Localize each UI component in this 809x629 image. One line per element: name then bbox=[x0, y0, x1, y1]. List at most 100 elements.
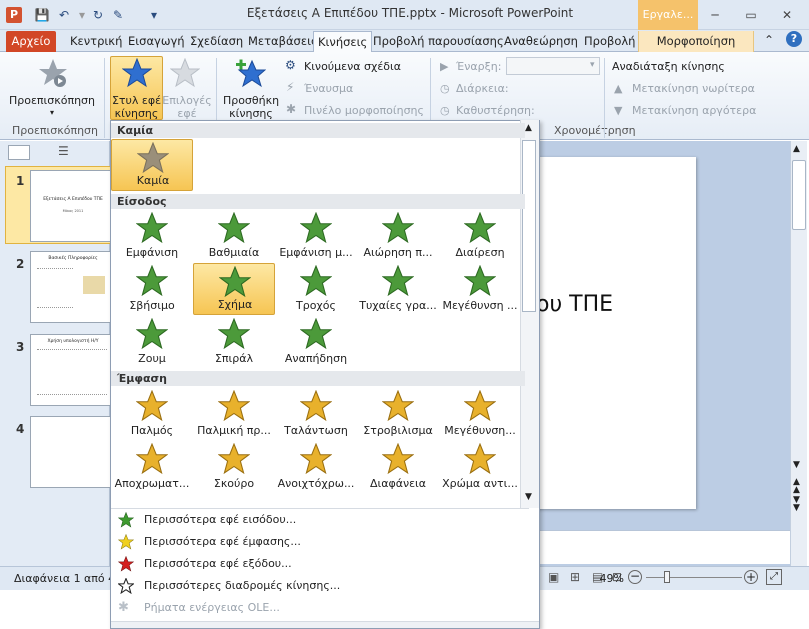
redo-icon[interactable]: ↻ bbox=[90, 7, 106, 23]
slide-sorter-icon[interactable]: ⊞ bbox=[570, 570, 580, 584]
save-icon[interactable]: 💾 bbox=[34, 7, 50, 23]
normal-view-icon[interactable]: ▣ bbox=[548, 570, 559, 584]
close-icon[interactable]: ✕ bbox=[776, 6, 798, 24]
emphasis-effect[interactable]: Ταλάντωση bbox=[275, 388, 357, 440]
tab-format[interactable]: Μορφοποίηση bbox=[638, 31, 754, 52]
animation-painter-icon: ⚙ bbox=[285, 58, 296, 72]
preview-dropdown-icon[interactable]: ▾ bbox=[50, 108, 54, 117]
thumb-title: Εξετάσεις Α Επιπέδου ΤΠΕ bbox=[43, 197, 103, 202]
effect-label: Μεγέθυνση ... bbox=[442, 299, 518, 312]
effect-none[interactable]: Καμία bbox=[111, 139, 193, 191]
entrance-effect[interactable]: Ζουμ bbox=[111, 316, 193, 368]
animation-pane-button[interactable]: Πινέλο μορφοποίησης bbox=[304, 104, 424, 117]
minimize-icon[interactable]: ─ bbox=[704, 6, 726, 24]
entrance-effect[interactable]: Διαίρεση bbox=[439, 210, 521, 262]
slide-thumbnail[interactable]: Εξετάσεις Α Επιπέδου ΤΠΕ Μάιος 2011 bbox=[30, 170, 115, 242]
entrance-effect[interactable]: Εμφάνιση bbox=[111, 210, 193, 262]
fit-to-window-icon[interactable]: ⤢ bbox=[766, 569, 782, 585]
zoom-level[interactable]: 49% bbox=[598, 572, 624, 585]
tab-slide-show[interactable]: Προβολή παρουσίασης bbox=[369, 31, 508, 52]
emphasis-effect[interactable]: Χρώμα αντι... bbox=[439, 441, 521, 493]
zoom-in-icon[interactable]: + bbox=[744, 570, 758, 584]
emphasis-effect[interactable]: Στροβιλισμα bbox=[357, 388, 439, 440]
effect-label: Αποχρωματ... bbox=[114, 477, 190, 490]
undo-icon[interactable]: ↶ bbox=[56, 7, 72, 23]
tab-view[interactable]: Προβολή bbox=[580, 31, 639, 52]
entrance-effect[interactable]: Αιώρηση π... bbox=[357, 210, 439, 262]
gallery-scroll-up-icon[interactable]: ▲ bbox=[525, 123, 532, 133]
help-icon[interactable]: ? bbox=[786, 31, 802, 47]
notes-pane[interactable] bbox=[520, 530, 790, 564]
thumb-logo bbox=[83, 276, 105, 294]
scroll-down-icon[interactable]: ▼ bbox=[793, 460, 800, 470]
entrance-effect[interactable]: Τροχός bbox=[275, 263, 357, 315]
dropdown-resize-grip[interactable] bbox=[111, 621, 539, 628]
add-animation-button[interactable]: Προσθήκη κίνησης bbox=[220, 94, 282, 120]
slide-thumbnail[interactable]: Βασικές Πληροφορίες bbox=[30, 251, 115, 323]
tab-design[interactable]: Σχεδίαση bbox=[186, 31, 247, 52]
move-earlier-button[interactable]: Μετακίνηση νωρίτερα bbox=[632, 82, 755, 95]
outline-tab-icon[interactable]: ☰ bbox=[58, 144, 69, 158]
slide-title-text[interactable]: ου ΤΠΕ bbox=[536, 292, 613, 317]
preview-button[interactable]: Προεπισκόπηση bbox=[8, 94, 96, 107]
effect-label: Διαίρεση bbox=[455, 246, 505, 259]
format-painter-icon[interactable]: ✎ bbox=[110, 7, 126, 23]
tab-file[interactable]: Αρχείο bbox=[6, 31, 56, 52]
slide-thumbnail[interactable] bbox=[30, 416, 115, 488]
tab-home[interactable]: Κεντρική bbox=[66, 31, 126, 52]
entrance-effect[interactable]: Βαθμιαία bbox=[193, 210, 275, 262]
more-entrance-effects[interactable]: Περισσότερα εφέ εισόδου... bbox=[112, 509, 532, 531]
undo-dropdown-icon[interactable]: ▾ bbox=[74, 7, 90, 23]
slide-thumbnail[interactable]: Χρήση υπολογιστή Η/Υ bbox=[30, 334, 115, 406]
entrance-effect[interactable]: Σπιράλ bbox=[193, 316, 275, 368]
effect-label: Σκούρο bbox=[213, 477, 255, 490]
scroll-up-icon[interactable]: ▲ bbox=[793, 144, 800, 154]
zoom-out-icon[interactable]: − bbox=[628, 570, 642, 584]
customize-qat-icon[interactable]: ▾ bbox=[146, 7, 162, 23]
entrance-effect[interactable]: Τυχαίες γρα... bbox=[357, 263, 439, 315]
entrance-effect[interactable]: Σχήμα bbox=[193, 263, 275, 315]
emphasis-effect[interactable]: Αποχρωματ... bbox=[111, 441, 193, 493]
entrance-effect[interactable]: Σβήσιμο bbox=[111, 263, 193, 315]
effect-label: Παλμική πρ... bbox=[197, 424, 271, 437]
move-later-button[interactable]: Μετακίνηση αργότερα bbox=[632, 104, 756, 117]
tab-review[interactable]: Αναθεώρηση bbox=[500, 31, 582, 52]
slide-number: 2 bbox=[16, 257, 25, 271]
maximize-icon[interactable]: ▭ bbox=[740, 6, 762, 24]
more-motion-paths[interactable]: Περισσότερες διαδρομές κίνησης... bbox=[112, 575, 532, 597]
tab-insert[interactable]: Εισαγωγή bbox=[124, 31, 189, 52]
emphasis-effect[interactable]: Διαφάνεια bbox=[357, 441, 439, 493]
effect-label: Αιώρηση π... bbox=[363, 246, 433, 259]
effect-options-button[interactable]: Επιλογές εφέ bbox=[162, 94, 212, 120]
more-emphasis-effects[interactable]: Περισσότερα εφέ έμφασης... bbox=[112, 531, 532, 553]
entrance-effect[interactable]: Εμφάνιση μ... bbox=[275, 210, 357, 262]
previous-slide-icon[interactable]: ▲ ▲ bbox=[793, 478, 800, 495]
start-select[interactable] bbox=[506, 57, 600, 75]
animation-painter-button[interactable]: Κινούμενα σχέδια bbox=[304, 60, 401, 73]
emphasis-effect[interactable]: Παλμός bbox=[111, 388, 193, 440]
tab-animations[interactable]: Κινήσεις bbox=[313, 31, 373, 53]
entrance-effect[interactable]: Μεγέθυνση ... bbox=[439, 263, 521, 315]
powerpoint-logo-icon[interactable]: P bbox=[6, 7, 22, 23]
tab-transitions[interactable]: Μεταβάσεις bbox=[244, 31, 322, 52]
thumb-bullets bbox=[37, 268, 73, 308]
trigger-button[interactable]: Έναυσμα bbox=[304, 82, 353, 95]
main-slide[interactable] bbox=[520, 157, 696, 509]
gallery-scroll-down-icon[interactable]: ▼ bbox=[525, 492, 532, 502]
gallery-scroll-thumb[interactable] bbox=[522, 140, 536, 312]
next-slide-icon[interactable]: ▼ ▼ bbox=[793, 496, 800, 513]
scroll-thumb[interactable] bbox=[792, 160, 806, 230]
emphasis-effect[interactable]: Σκούρο bbox=[193, 441, 275, 493]
emphasis-effect[interactable]: Παλμική πρ... bbox=[193, 388, 275, 440]
zoom-slider-track[interactable] bbox=[646, 577, 742, 578]
emphasis-effect[interactable]: Μεγέθυνση... bbox=[439, 388, 521, 440]
slides-tab[interactable] bbox=[8, 145, 30, 160]
entrance-effect[interactable]: Αναπήδηση bbox=[275, 316, 357, 368]
collapse-ribbon-icon[interactable]: ⌃ bbox=[764, 33, 774, 47]
zoom-slider-thumb[interactable] bbox=[664, 571, 670, 583]
more-exit-effects[interactable]: Περισσότερα εφέ εξόδου... bbox=[112, 553, 532, 575]
emphasis-effect[interactable]: Ανοιχτόχρω... bbox=[275, 441, 357, 493]
menu-label: Ρήματα ενέργειας OLE... bbox=[144, 601, 280, 614]
move-later-icon: ▼ bbox=[614, 104, 623, 117]
reorder-animation-title: Αναδιάταξη κίνησης bbox=[612, 60, 725, 73]
